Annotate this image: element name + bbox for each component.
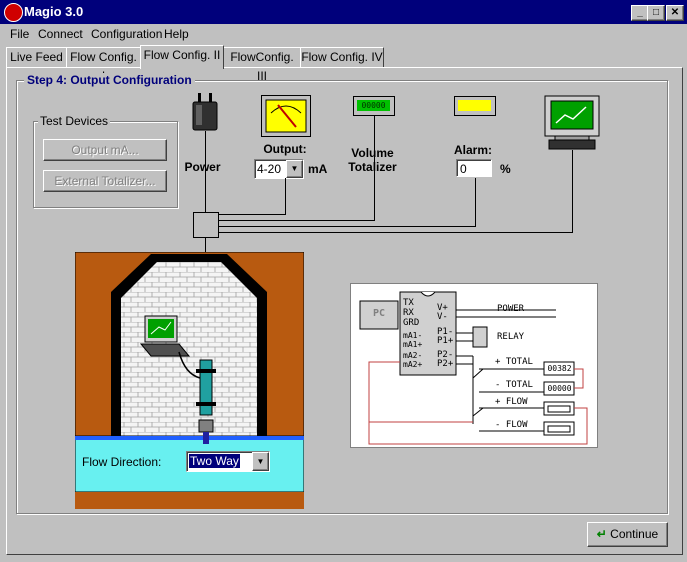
flow-direction-select[interactable]: Two Way ▼ bbox=[186, 451, 270, 472]
pin-v-minus: V- bbox=[437, 312, 448, 322]
wire-alarm-v bbox=[475, 178, 476, 227]
analog-meter-icon bbox=[261, 95, 311, 137]
output-label: Output: bbox=[263, 142, 307, 156]
junction-box bbox=[193, 212, 219, 238]
alarm-label: Alarm: bbox=[453, 143, 492, 157]
pc-box-label: PC bbox=[372, 308, 386, 319]
menu-file[interactable]: File bbox=[10, 27, 29, 41]
pin-grd: GRD bbox=[403, 318, 420, 328]
power-wire-label: POWER bbox=[497, 304, 525, 314]
tab-live-feed[interactable]: Live Feed bbox=[6, 47, 67, 68]
plus-flow-label: + FLOW bbox=[495, 397, 528, 407]
test-devices-title: Test Devices bbox=[38, 114, 111, 128]
wire-alarm-h bbox=[217, 226, 476, 227]
pin-rx: RX bbox=[403, 308, 414, 318]
minus-flow-label: - FLOW bbox=[495, 420, 528, 430]
wire-output-h bbox=[217, 214, 286, 215]
flow-direction-label: Flow Direction: bbox=[82, 455, 162, 469]
totalizer-icon: 00000 bbox=[353, 96, 395, 116]
window-title: Magio 3.0 bbox=[24, 4, 84, 19]
output-select[interactable]: 4-20 ▼ bbox=[254, 159, 304, 179]
tab-flow-config-1[interactable]: Flow Config. I bbox=[66, 47, 141, 83]
wire-output-v bbox=[285, 178, 286, 214]
counter-2: 00000 bbox=[547, 384, 572, 393]
output-dropdown-button[interactable]: ▼ bbox=[286, 160, 303, 178]
pin-ma2-plus: mA2+ bbox=[403, 360, 423, 369]
menu-configuration[interactable]: Configuration bbox=[91, 27, 162, 41]
plus-total-label: + TOTAL bbox=[495, 357, 533, 367]
wiring-diagram: PC TX RX GRD mA1- mA1+ mA2- mA2+ V+ V- P… bbox=[350, 283, 598, 448]
wire-totalizer-v bbox=[374, 115, 375, 220]
tab-flow-config-3[interactable]: FlowConfig. III bbox=[223, 47, 301, 83]
counter-1: 00382 bbox=[547, 364, 572, 373]
external-totalizer-button[interactable]: External Totalizer... bbox=[43, 170, 167, 192]
output-ma-button[interactable]: Output mA... bbox=[43, 139, 167, 161]
maximize-button[interactable]: □ bbox=[647, 5, 665, 21]
computer-monitor-icon bbox=[544, 95, 600, 150]
alarm-icon bbox=[454, 96, 496, 116]
flow-direction-dropdown-button[interactable]: ▼ bbox=[252, 452, 269, 471]
wire-pc-h bbox=[217, 232, 573, 233]
output-select-value: 4-20 bbox=[257, 162, 282, 176]
wire-power bbox=[205, 131, 206, 213]
flow-direction-value: Two Way bbox=[189, 454, 240, 468]
totalizer-display: 00000 bbox=[357, 100, 390, 111]
alarm-light bbox=[458, 100, 491, 111]
menu-help[interactable]: Help bbox=[164, 27, 189, 41]
totalizer-label-1: Volume bbox=[351, 146, 394, 160]
continue-label: Continue bbox=[610, 527, 659, 541]
continue-button[interactable]: ↵ Continue bbox=[587, 522, 668, 547]
alarm-unit: % bbox=[500, 162, 511, 176]
pin-ma1-minus: mA1- bbox=[403, 331, 423, 340]
continue-arrow-icon: ↵ bbox=[596, 527, 607, 541]
step-title: Step 4: Output Configuration bbox=[24, 73, 195, 87]
pin-ma1-plus: mA1+ bbox=[403, 340, 423, 349]
app-icon[interactable] bbox=[4, 3, 23, 22]
relay-label: RELAY bbox=[497, 332, 525, 342]
pin-p2-plus: P2+ bbox=[437, 359, 454, 369]
tab-flow-config-4[interactable]: Flow Config. IV bbox=[300, 47, 384, 68]
power-plug-icon bbox=[192, 93, 218, 131]
minus-total-label: - TOTAL bbox=[495, 380, 533, 390]
close-button[interactable]: ✕ bbox=[666, 5, 684, 21]
title-bar: Magio 3.0 _ □ ✕ bbox=[0, 0, 687, 24]
output-unit: mA bbox=[308, 162, 328, 176]
totalizer-label-2: Totalizer bbox=[348, 160, 397, 174]
pin-ma2-minus: mA2- bbox=[403, 351, 423, 360]
menu-bar: File Connect Configuration Help bbox=[0, 24, 687, 43]
tab-flow-config-2[interactable]: Flow Config. II bbox=[140, 45, 224, 69]
power-label: Power bbox=[184, 160, 221, 174]
test-devices-group bbox=[33, 121, 178, 208]
alarm-input[interactable]: 0 bbox=[456, 159, 492, 177]
wire-totalizer-h bbox=[217, 220, 375, 221]
pin-tx: TX bbox=[403, 298, 414, 308]
pin-p1-plus: P1+ bbox=[437, 336, 454, 346]
wire-pc-v bbox=[572, 150, 573, 233]
menu-connect[interactable]: Connect bbox=[38, 27, 83, 41]
